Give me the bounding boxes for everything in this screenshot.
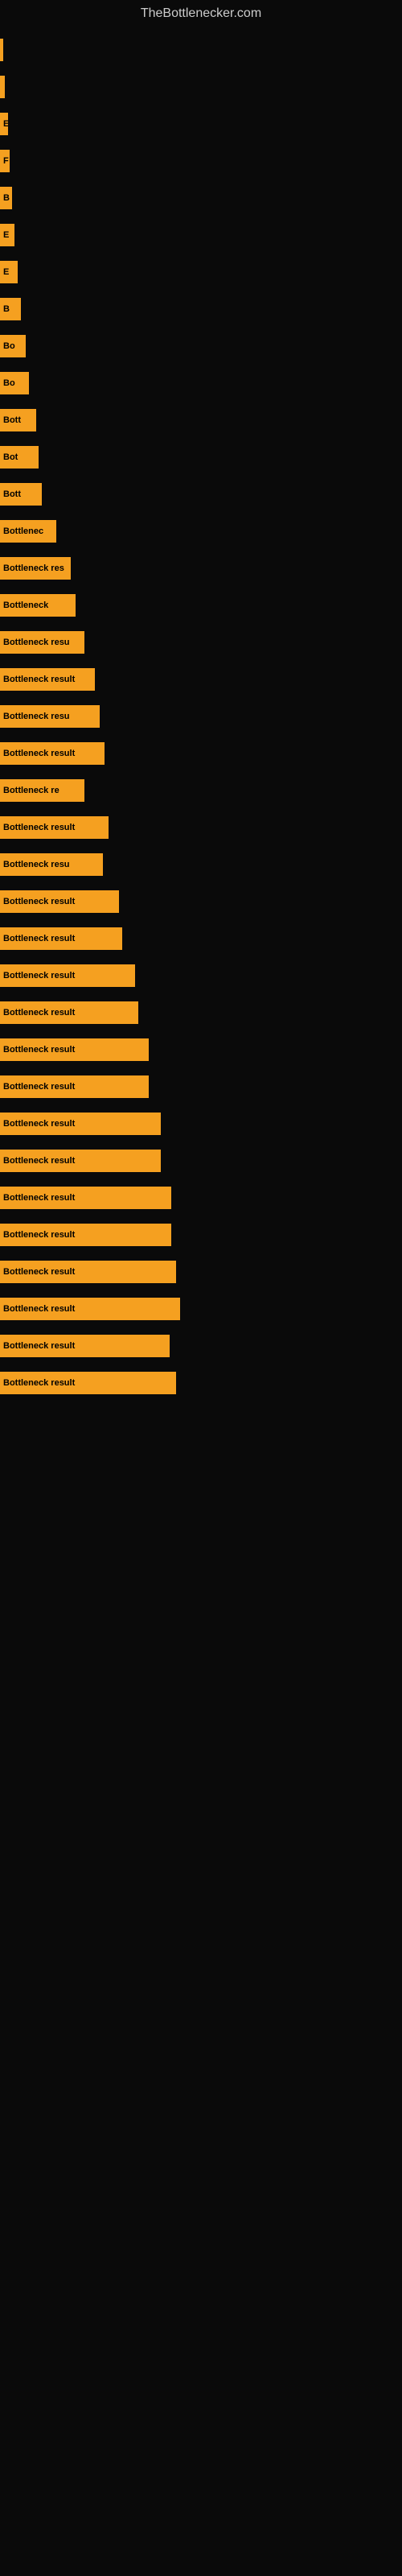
bar-row: Bottleneck result	[0, 1365, 402, 1401]
bar-item: Bottleneck resu	[0, 705, 100, 728]
bar-item: Bottleneck result	[0, 1150, 161, 1172]
bar-item	[0, 39, 3, 61]
bar-row: Bott	[0, 477, 402, 512]
bar-row: Bottleneck	[0, 588, 402, 623]
bar-item: Bottleneck resu	[0, 631, 84, 654]
bar-row: B	[0, 180, 402, 216]
bar-row: Bottleneck result	[0, 662, 402, 697]
bar-item: B	[0, 298, 21, 320]
bar-row: Bottleneck result	[0, 921, 402, 956]
bar-row: Bottleneck resu	[0, 625, 402, 660]
bar-row	[0, 69, 402, 105]
bar-row: Bott	[0, 402, 402, 438]
bar-row: Bottleneck result	[0, 1143, 402, 1179]
bar-item: Bot	[0, 446, 39, 469]
bar-row: Bottleneck result	[0, 1291, 402, 1327]
bar-row: Bottleneck result	[0, 736, 402, 771]
bar-row: Bot	[0, 440, 402, 475]
bar-item: B	[0, 187, 12, 209]
bar-item: Bottleneck result	[0, 816, 109, 839]
bar-row: Bottleneck resu	[0, 847, 402, 882]
bar-item: Bott	[0, 409, 36, 431]
bar-item: Bottleneck	[0, 594, 76, 617]
bar-item	[0, 76, 5, 98]
bar-row: Bottleneck result	[0, 1180, 402, 1216]
bar-item: Bottleneck result	[0, 668, 95, 691]
bar-row: Bottleneck result	[0, 884, 402, 919]
bar-item: E	[0, 113, 8, 135]
bar-item: Bottleneck result	[0, 1001, 138, 1024]
bar-row: Bottleneck result	[0, 1069, 402, 1104]
bar-item: Bottleneck result	[0, 927, 122, 950]
bar-item: Bottleneck re	[0, 779, 84, 802]
bar-item: Bottleneck result	[0, 890, 119, 913]
bar-item: Bottleneck resu	[0, 853, 103, 876]
bar-row: Bottlenec	[0, 514, 402, 549]
bar-item: Bottleneck result	[0, 1187, 171, 1209]
bar-row: E	[0, 217, 402, 253]
bar-row: Bottleneck result	[0, 995, 402, 1030]
bar-item: E	[0, 224, 14, 246]
bar-item: Bottleneck result	[0, 1335, 170, 1357]
bar-row: Bottleneck result	[0, 810, 402, 845]
bar-row: Bottleneck result	[0, 1106, 402, 1141]
bars-container: EFBEEBBoBoBottBotBottBottlenecBottleneck…	[0, 24, 402, 1402]
bar-row: Bo	[0, 365, 402, 401]
bar-item: Bottleneck result	[0, 1075, 149, 1098]
bar-row: Bottleneck res	[0, 551, 402, 586]
bar-item: F	[0, 150, 10, 172]
bar-item: Bottlenec	[0, 520, 56, 543]
bar-row	[0, 32, 402, 68]
bar-row: Bottleneck re	[0, 773, 402, 808]
site-title: TheBottlenecker.com	[0, 0, 402, 24]
bar-item: Bottleneck res	[0, 557, 71, 580]
bar-item: Bottleneck result	[0, 1113, 161, 1135]
bar-row: E	[0, 254, 402, 290]
bar-row: Bottleneck result	[0, 958, 402, 993]
bar-row: Bottleneck result	[0, 1217, 402, 1253]
bar-item: Bottleneck result	[0, 1261, 176, 1283]
bar-item: Bo	[0, 372, 29, 394]
bar-row: Bottleneck result	[0, 1254, 402, 1290]
bar-item: Bottleneck result	[0, 1038, 149, 1061]
bar-item: Bo	[0, 335, 26, 357]
bar-row: Bottleneck resu	[0, 699, 402, 734]
bar-item: Bottleneck result	[0, 1298, 180, 1320]
bar-row: Bo	[0, 328, 402, 364]
bar-item: Bottleneck result	[0, 742, 105, 765]
bar-item: Bottleneck result	[0, 1224, 171, 1246]
bar-row: Bottleneck result	[0, 1032, 402, 1067]
bar-item: Bott	[0, 483, 42, 506]
bar-row: F	[0, 143, 402, 179]
bar-row: E	[0, 106, 402, 142]
bar-row: Bottleneck result	[0, 1328, 402, 1364]
bar-item: Bottleneck result	[0, 964, 135, 987]
bar-item: Bottleneck result	[0, 1372, 176, 1394]
bar-row: B	[0, 291, 402, 327]
bar-item: E	[0, 261, 18, 283]
